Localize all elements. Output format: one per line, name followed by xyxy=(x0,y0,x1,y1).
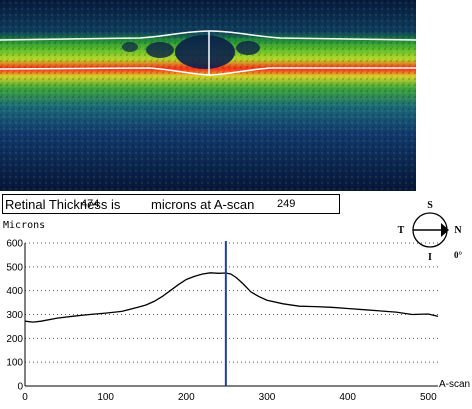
x-tick-label: 500 xyxy=(420,392,437,403)
thickness-chart: Microns 0 100 200 300 400 500 600 0 100 200 300 40… xyxy=(0,214,472,404)
thickness-profile-line xyxy=(24,272,439,323)
x-tick-labels: 0 100 200 300 400 500 xyxy=(22,392,437,403)
y-tick-label: 300 xyxy=(6,310,23,321)
thickness-prefix: Retinal Thickness is xyxy=(5,197,121,212)
thickness-value: 474 xyxy=(81,198,100,210)
y-tick-label: 200 xyxy=(6,334,23,345)
ascan-value: 249 xyxy=(277,198,296,210)
cyst-small xyxy=(122,42,138,52)
thickness-chart-svg: Microns 0 100 200 300 400 500 600 0 100 200 300 40… xyxy=(3,220,470,403)
retinal-thickness-readout: Retinal Thickness is 474 microns at A-sc… xyxy=(2,194,340,214)
cyst-right xyxy=(236,41,260,55)
cyst-large xyxy=(175,35,235,69)
x-tick-label: 100 xyxy=(97,392,114,403)
x-axis-title: A-scan xyxy=(439,379,470,390)
thickness-middle-text: microns at A-scan xyxy=(151,197,255,212)
compass-north-label: S xyxy=(427,200,433,211)
y-tick-labels: 0 100 200 300 400 500 600 xyxy=(6,239,23,393)
y-tick-label: 0 xyxy=(17,382,23,393)
cyst-left xyxy=(146,42,174,58)
y-axis-title: Microns xyxy=(3,220,45,231)
y-tick-label: 500 xyxy=(6,262,23,273)
y-tick-label: 100 xyxy=(6,358,23,369)
x-tick-label: 200 xyxy=(178,392,195,403)
y-tick-label: 600 xyxy=(6,239,23,250)
x-tick-label: 300 xyxy=(259,392,276,403)
y-tick-label: 400 xyxy=(6,286,23,297)
x-tick-label: 400 xyxy=(339,392,356,403)
grid-lines xyxy=(25,242,438,363)
x-tick-label: 0 xyxy=(22,392,28,403)
oct-scan-image xyxy=(0,0,416,191)
oct-speckle xyxy=(0,0,416,191)
oct-scan-graphic xyxy=(0,0,416,191)
